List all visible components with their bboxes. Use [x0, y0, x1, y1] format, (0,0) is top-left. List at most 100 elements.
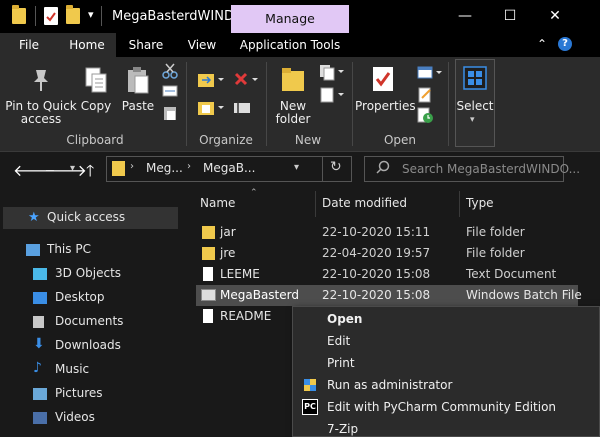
tab-manage[interactable]: Manage [231, 5, 349, 33]
search-icon [376, 160, 390, 177]
paste-shortcut-icon[interactable] [162, 105, 178, 124]
folder-icon[interactable] [12, 5, 26, 24]
refresh-icon[interactable]: ↻ [330, 159, 342, 175]
organize-group-label: Organize [199, 133, 253, 147]
column-separator[interactable] [459, 191, 460, 217]
delete-icon[interactable] [232, 70, 260, 93]
easy-access-icon[interactable] [318, 86, 346, 107]
ribbon-separator [448, 62, 449, 146]
address-divider [322, 157, 323, 181]
nav-label: Quick access [47, 210, 126, 224]
text-file-icon [203, 309, 213, 323]
close-button[interactable]: ✕ [532, 0, 578, 33]
recent-locations-icon[interactable]: ▾ [70, 163, 75, 174]
help-icon[interactable]: ? [558, 37, 572, 51]
ribbon-separator [186, 62, 187, 146]
properties-icon[interactable] [44, 7, 58, 25]
chevron-down-icon: ▾ [470, 115, 475, 125]
ribbon-separator [266, 62, 267, 146]
file-row-selected[interactable]: MegaBasterd 22-10-2020 15:08 Windows Bat… [196, 285, 582, 306]
up-button[interactable]: 🡑 [86, 160, 94, 187]
history-icon[interactable] [416, 106, 434, 127]
file-row[interactable]: jar 22-10-2020 15:11 File folder [196, 222, 578, 243]
file-type: File folder [466, 246, 525, 260]
copy-button[interactable]: Copy [78, 100, 114, 113]
menu-item-edit[interactable]: Edit [327, 334, 350, 348]
menu-item-run-as-administrator[interactable]: Run as administrator [327, 378, 452, 392]
breadcrumb-1[interactable]: Meg... [146, 161, 183, 175]
column-header-date[interactable]: Date modified [322, 196, 407, 210]
folder-icon [202, 247, 215, 260]
collapse-ribbon-button[interactable]: ⌃ [537, 37, 547, 51]
minimize-button[interactable]: — [442, 0, 488, 33]
nav-item-documents[interactable]: Documents [0, 311, 178, 333]
file-date: 22-10-2020 15:11 [322, 225, 431, 239]
pin-to-quick-access-button[interactable]: Pin to Quick access [4, 100, 78, 126]
tab-share[interactable]: Share [120, 33, 172, 57]
column-header-name[interactable]: Name [200, 196, 235, 210]
new-item-icon[interactable] [318, 63, 346, 84]
nav-item-downloads[interactable]: ⬇ Downloads [0, 335, 178, 357]
pin-label-line2: access [20, 112, 62, 126]
nav-label: Pictures [55, 386, 103, 400]
file-name: jar [220, 225, 236, 239]
select-all-icon [463, 66, 487, 93]
file-date: 22-10-2020 15:08 [322, 267, 431, 281]
column-header-type[interactable]: Type [466, 196, 494, 210]
nav-label: Music [55, 362, 90, 376]
move-to-icon[interactable] [196, 70, 224, 93]
computer-icon [26, 244, 40, 256]
cut-icon[interactable] [162, 63, 178, 82]
folder-icon [112, 161, 125, 176]
menu-item-edit-with-pycharm[interactable]: Edit with PyCharm Community Edition [327, 400, 556, 414]
open-group-label: Open [383, 133, 417, 147]
tab-view[interactable]: View [176, 33, 228, 57]
rename-icon[interactable] [232, 98, 252, 121]
forward-button[interactable]: 🡒 [44, 160, 87, 180]
new-folder-icon[interactable] [66, 5, 80, 24]
paste-button[interactable]: Paste [120, 100, 156, 113]
title-divider [101, 6, 102, 26]
nav-item-pictures[interactable]: Pictures [0, 383, 178, 405]
paste-icon [126, 66, 150, 99]
new-folder-big-icon [280, 66, 306, 97]
customize-quick-access-icon[interactable]: ▾ [88, 8, 94, 21]
search-placeholder: Search MegaBasterdWINDO... [402, 162, 581, 176]
file-row[interactable]: LEEME 22-10-2020 15:08 Text Document [196, 264, 578, 285]
nav-item-music[interactable]: ♪ Music [0, 359, 178, 381]
address-dropdown-icon[interactable]: ▾ [294, 162, 299, 173]
nav-item-quick-access[interactable]: ★ Quick access [0, 207, 178, 229]
menu-item-print[interactable]: Print [327, 356, 355, 370]
maximize-button[interactable]: ☐ [487, 0, 533, 33]
copy-path-icon[interactable] [162, 84, 178, 101]
nav-item-desktop[interactable]: Desktop [0, 287, 178, 309]
column-separator[interactable] [315, 191, 316, 217]
copy-to-icon[interactable] [196, 98, 224, 121]
documents-icon [33, 316, 44, 328]
file-name: MegaBasterd [220, 288, 299, 302]
open-icon[interactable] [416, 64, 444, 85]
menu-item-open[interactable]: Open [327, 312, 362, 326]
file-name: jre [220, 246, 236, 260]
file-date: 22-10-2020 15:08 [322, 288, 431, 302]
tab-file[interactable]: File [0, 33, 58, 57]
new-folder-button[interactable]: New folder [270, 100, 316, 126]
music-icon: ♪ [33, 360, 42, 376]
nav-label: Documents [55, 314, 124, 328]
properties-button[interactable]: Properties [355, 100, 416, 113]
nav-item-3d-objects[interactable]: 3D Objects [0, 263, 178, 285]
edit-icon[interactable] [416, 86, 434, 107]
tab-application-tools[interactable]: Application Tools [231, 33, 349, 57]
breadcrumb-2[interactable]: MegaB... [203, 161, 255, 175]
new-group-label: New [294, 133, 322, 147]
nav-item-videos[interactable]: Videos [0, 407, 178, 429]
cube-icon [33, 268, 47, 280]
ribbon-separator [352, 62, 353, 146]
menu-item-7zip[interactable]: 7-Zip [327, 422, 358, 436]
nav-item-this-pc[interactable]: This PC [0, 239, 178, 261]
folder-icon [202, 226, 215, 239]
nav-label: Downloads [55, 338, 121, 352]
file-row[interactable]: jre 22-04-2020 19:57 File folder [196, 243, 578, 264]
tab-home[interactable]: Home [58, 33, 116, 57]
file-name: README [220, 309, 272, 323]
